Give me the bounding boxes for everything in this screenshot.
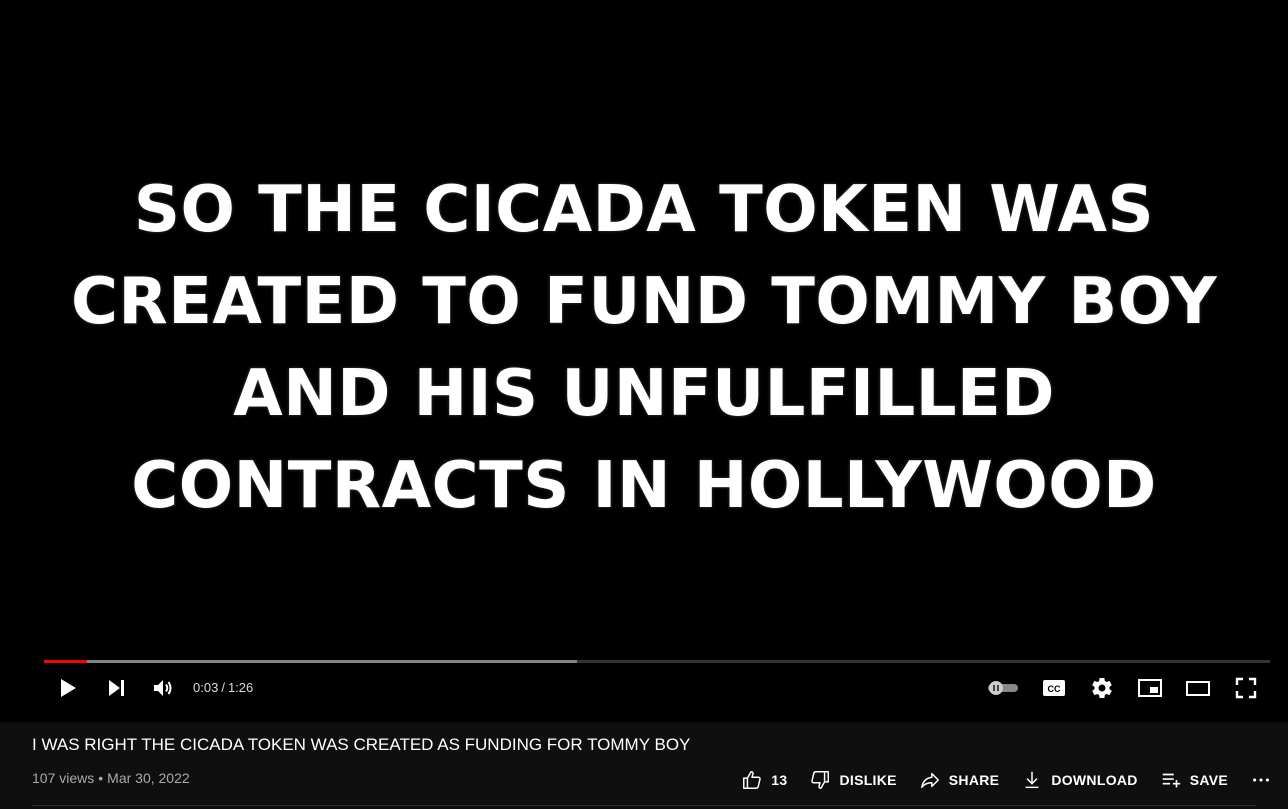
fullscreen-button[interactable]: [1228, 668, 1264, 708]
autoplay-toggle-icon: [988, 681, 1018, 695]
thumbs-down-icon: [811, 771, 830, 789]
dislike-button[interactable]: DISLIKE: [809, 769, 896, 791]
download-label: DOWNLOAD: [1051, 772, 1138, 788]
dislike-label: DISLIKE: [839, 772, 897, 788]
meta-separator: •: [98, 770, 104, 786]
theater-mode-icon: [1186, 681, 1210, 696]
share-icon: [920, 772, 939, 789]
volume-button[interactable]: [145, 668, 181, 708]
time-current: 0:03: [193, 680, 219, 695]
time-separator: /: [221, 680, 225, 695]
add-to-playlist-icon: [1162, 773, 1180, 788]
action-bar: 13 DISLIKE SHARE DOWNLOAD SAVE: [719, 764, 1272, 796]
next-button[interactable]: [98, 668, 134, 708]
miniplayer-button[interactable]: [1132, 668, 1168, 708]
save-button[interactable]: SAVE: [1160, 769, 1228, 791]
player-controls: 0:03/1:26 CC: [0, 668, 1288, 708]
closed-captions-icon: CC: [1043, 680, 1065, 696]
next-icon: [109, 680, 124, 696]
caption-line: CONTRACTS IN HOLLYWOOD: [131, 449, 1157, 523]
progress-buffered: [44, 660, 578, 663]
theater-mode-button[interactable]: [1180, 668, 1216, 708]
video-frame[interactable]: SO THE CICADA TOKEN WAS CREATED TO FUND …: [0, 0, 1288, 658]
page: SO THE CICADA TOKEN WAS CREATED TO FUND …: [0, 0, 1288, 809]
divider: [32, 805, 1256, 806]
progress-played: [44, 660, 87, 663]
time-total: 1:26: [227, 680, 254, 695]
video-meta: 107 views • Mar 30, 2022: [32, 770, 190, 786]
settings-button[interactable]: [1084, 668, 1120, 708]
caption-line: SO THE CICADA TOKEN WAS: [133, 173, 1155, 247]
upload-date: Mar 30, 2022: [107, 770, 190, 786]
svg-text:CC: CC: [1048, 684, 1061, 694]
subtitles-button[interactable]: CC: [1036, 668, 1072, 708]
view-count: 107 views: [32, 770, 95, 786]
caption-line: CREATED TO FUND TOMMY BOY: [70, 265, 1218, 339]
play-button[interactable]: [50, 668, 86, 708]
autoplay-toggle[interactable]: [982, 668, 1022, 708]
download-button[interactable]: DOWNLOAD: [1021, 769, 1137, 791]
progress-bar[interactable]: [44, 660, 1270, 663]
video-caption-text: SO THE CICADA TOKEN WAS CREATED TO FUND …: [0, 164, 1288, 532]
more-actions-button[interactable]: [1250, 769, 1272, 791]
thumbs-up-icon: [743, 771, 762, 789]
share-button[interactable]: SHARE: [919, 769, 1000, 791]
miniplayer-icon: [1138, 679, 1162, 697]
video-title: I WAS RIGHT THE CICADA TOKEN WAS CREATED…: [32, 735, 691, 754]
play-icon: [61, 679, 76, 697]
gear-icon: [1092, 678, 1112, 699]
like-count: 13: [771, 772, 788, 788]
time-display: 0:03/1:26: [193, 668, 253, 708]
fullscreen-icon: [1235, 677, 1257, 699]
video-player[interactable]: SO THE CICADA TOKEN WAS CREATED TO FUND …: [0, 0, 1288, 722]
save-label: SAVE: [1189, 772, 1228, 788]
share-label: SHARE: [948, 772, 1000, 788]
caption-line: AND HIS UNFULFILLED: [233, 357, 1055, 431]
download-icon: [1025, 771, 1039, 789]
like-button[interactable]: 13: [741, 769, 787, 791]
more-horizontal-icon: [1253, 778, 1269, 782]
volume-icon: [154, 680, 172, 696]
